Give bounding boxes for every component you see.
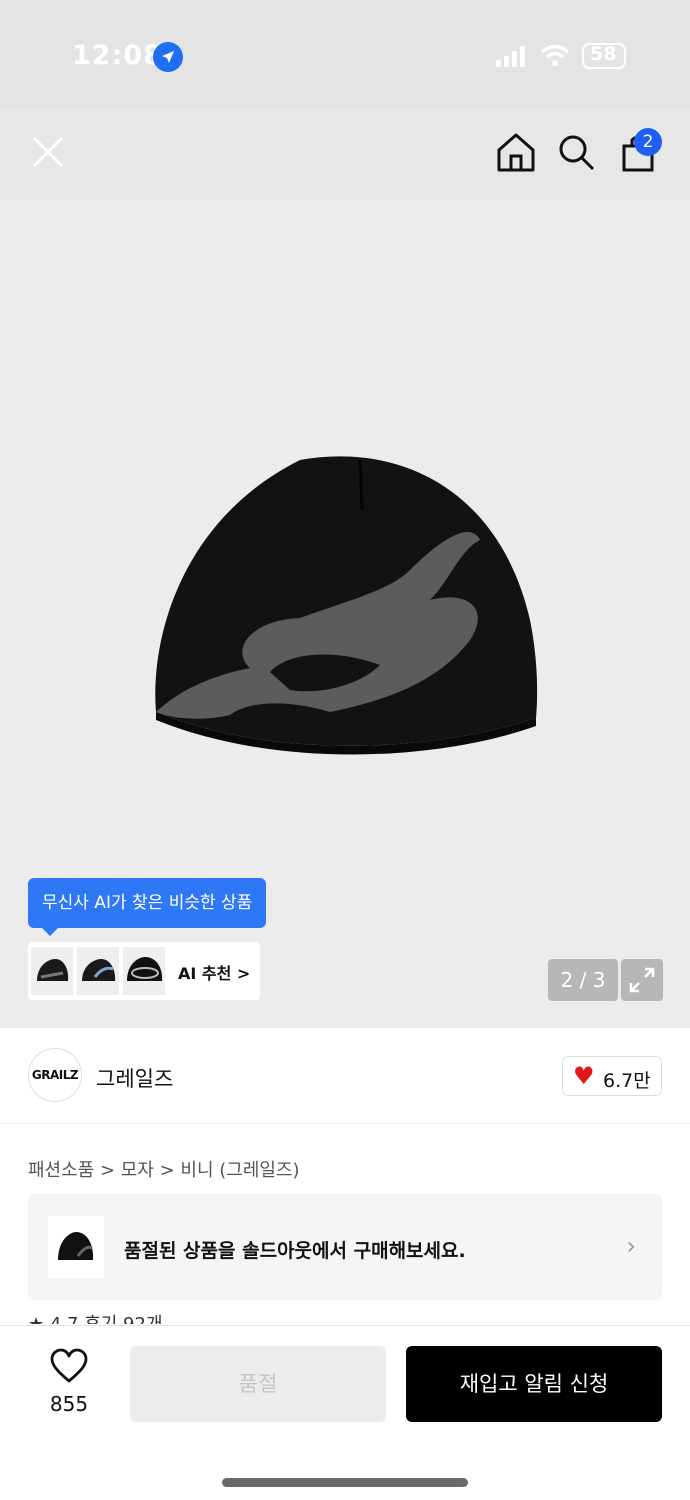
soldout-banner[interactable]: 품절된 상품을 솔드아웃에서 구매해보세요. › [28,1194,662,1300]
close-icon[interactable] [24,128,72,176]
location-icon [153,42,183,72]
cart-badge: 2 [634,128,662,156]
category-breadcrumb[interactable]: 패션소품 > 모자 > 비니 (그레일즈) [28,1156,300,1182]
image-counter: 2 / 3 [548,959,618,1001]
battery-level: 58 [590,43,617,65]
wishlist-button[interactable]: 855 [30,1348,108,1428]
home-icon[interactable] [492,128,540,176]
brand-name[interactable]: 그레일즈 [96,1063,173,1093]
soldout-button: 품절 [130,1346,386,1422]
bottom-action-bar: 855 품절 재입고 알림 신청 [0,1325,690,1500]
status-time: 12:08 [72,40,163,71]
expand-icon[interactable] [621,959,663,1001]
product-image-beanie [155,456,538,755]
home-indicator[interactable] [222,1478,468,1487]
soldout-banner-text: 품절된 상품을 솔드아웃에서 구매해보세요. [124,1240,466,1262]
battery-icon: 58 [582,43,626,69]
brand-row[interactable]: GRAILZ 그레일즈 ♥ 6.7만 [0,1028,690,1124]
restock-alert-button[interactable]: 재입고 알림 신청 [406,1346,662,1422]
wifi-icon [540,44,570,66]
ai-recommend-tooltip: 무신사 AI가 찾은 비슷한 상품 [28,878,267,936]
heart-icon: ♥ [573,1062,595,1090]
soldout-product-thumbnail [48,1216,104,1278]
brand-like-count: 6.7만 [603,1070,651,1092]
ai-recommend-button[interactable]: AI 추천 > [28,942,260,1000]
top-navigation [0,110,690,200]
ai-thumbnail-1 [31,947,73,995]
product-image-gallery[interactable]: 무신사 AI가 찾은 비슷한 상품 AI 추천 > 2 / 3 [0,200,690,1028]
chevron-right-icon: › [626,1232,636,1260]
wishlist-count: 855 [49,1392,89,1416]
ai-thumbnail-3 [123,947,165,995]
brand-like-button[interactable]: ♥ 6.7만 [562,1056,662,1096]
signal-icon [496,46,525,67]
ai-thumbnail-2 [77,947,119,995]
ai-recommend-label: AI 추천 > [178,964,251,983]
search-icon[interactable] [552,128,600,176]
status-bar: 12:08 58 [0,0,690,110]
brand-logo[interactable]: GRAILZ [28,1048,82,1102]
heart-outline-icon [50,1348,88,1383]
review-summary[interactable]: ★ 4.7 후기 92개 [28,1310,163,1324]
